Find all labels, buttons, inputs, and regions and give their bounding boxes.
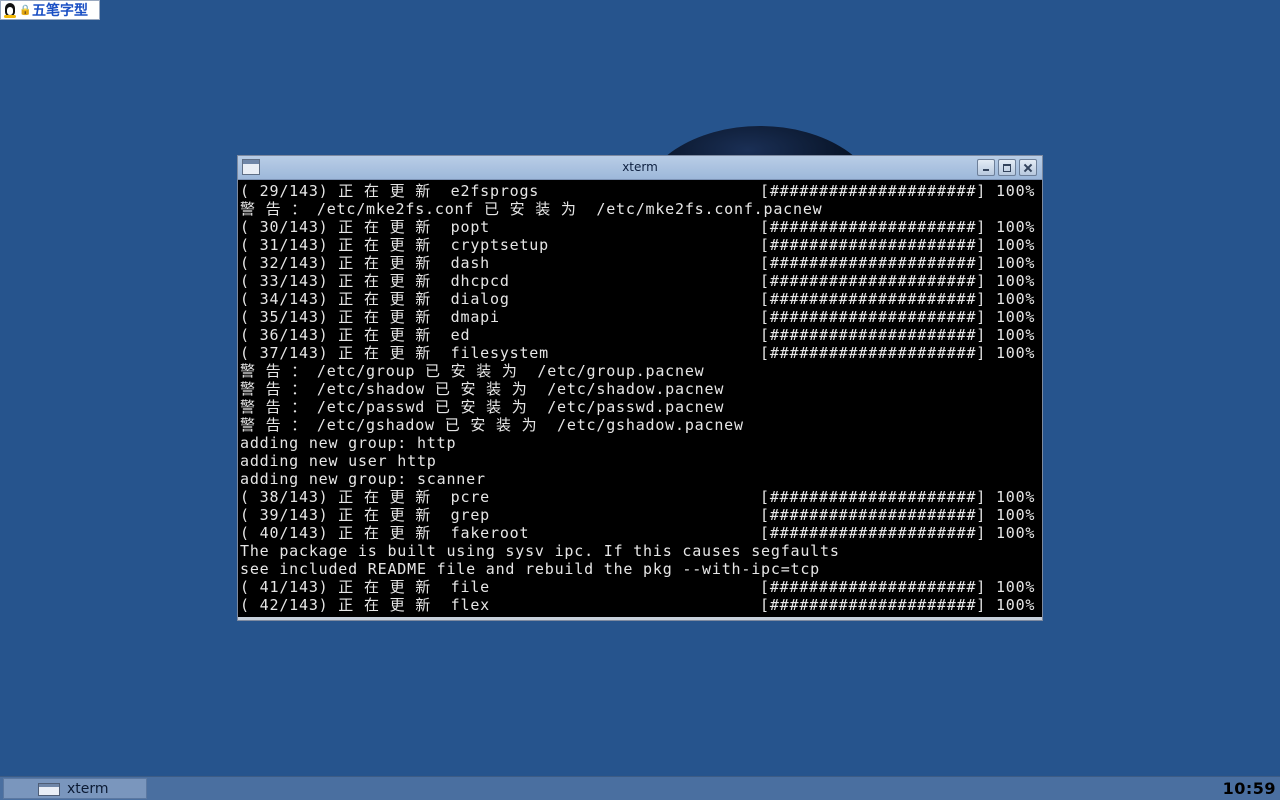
- progress-bar-text: [#####################] 100%: [760, 326, 1036, 344]
- taskbar: xterm 10:59: [0, 776, 1280, 800]
- terminal-line: ( 30/143) 正 在 更 新 popt [#################…: [240, 218, 1042, 236]
- terminal-line: ( 35/143) 正 在 更 新 dmapi [################…: [240, 308, 1042, 326]
- progress-bar-text: [#####################] 100%: [760, 236, 1036, 254]
- terminal-line-text: ( 35/143) 正 在 更 新 dmapi: [240, 308, 500, 326]
- terminal-line-text: ( 41/143) 正 在 更 新 file: [240, 578, 490, 596]
- clock[interactable]: 10:59: [1223, 779, 1276, 798]
- progress-bar-text: [#####################] 100%: [760, 488, 1036, 506]
- terminal-line: adding new group: scanner: [240, 470, 1042, 488]
- progress-bar-text: [#####################] 100%: [760, 506, 1036, 524]
- terminal-line-text: 警 告 ： /etc/mke2fs.conf 已 安 装 为 /etc/mke2…: [240, 200, 823, 218]
- xterm-window[interactable]: xterm ( 29/143) 正 在 更 新 e2fsprogs [######…: [237, 155, 1043, 621]
- terminal-line-text: 警 告 ： /etc/shadow 已 安 装 为 /etc/shadow.pa…: [240, 380, 725, 398]
- terminal-line-text: ( 37/143) 正 在 更 新 filesystem: [240, 344, 549, 362]
- terminal-line: ( 31/143) 正 在 更 新 cryptsetup [###########…: [240, 236, 1042, 254]
- input-method-name: 五笔字型: [32, 3, 88, 19]
- terminal-line-text: ( 40/143) 正 在 更 新 fakeroot: [240, 524, 530, 542]
- desktop[interactable]: 🔒 五笔字型 xterm ( 29/143) 正 在 更 新 e2fsprogs…: [0, 0, 1280, 800]
- terminal-line: The package is built using sysv ipc. If …: [240, 542, 1042, 560]
- terminal-line-text: ( 31/143) 正 在 更 新 cryptsetup: [240, 236, 549, 254]
- terminal-line-text: The package is built using sysv ipc. If …: [240, 542, 840, 560]
- terminal-line-text: ( 38/143) 正 在 更 新 pcre: [240, 488, 490, 506]
- terminal-line-text: ( 34/143) 正 在 更 新 dialog: [240, 290, 510, 308]
- progress-bar-text: [#####################] 100%: [760, 272, 1036, 290]
- terminal-line-text: ( 39/143) 正 在 更 新 grep: [240, 506, 490, 524]
- terminal-line: 警 告 ： /etc/shadow 已 安 装 为 /etc/shadow.pa…: [240, 380, 1042, 398]
- progress-bar-text: [#####################] 100%: [760, 344, 1036, 362]
- terminal-line: ( 29/143) 正 在 更 新 e2fsprogs [############…: [240, 182, 1042, 200]
- terminal-line: 警 告 ： /etc/gshadow 已 安 装 为 /etc/gshadow.…: [240, 416, 1042, 434]
- terminal-line: ( 37/143) 正 在 更 新 filesystem [###########…: [240, 344, 1042, 362]
- terminal-line-text: ( 30/143) 正 在 更 新 popt: [240, 218, 490, 236]
- terminal-line-text: adding new user http: [240, 452, 437, 470]
- terminal-line: ( 39/143) 正 在 更 新 grep [#################…: [240, 506, 1042, 524]
- progress-bar-text: [#####################] 100%: [760, 290, 1036, 308]
- terminal-line-text: ( 33/143) 正 在 更 新 dhcpcd: [240, 272, 510, 290]
- terminal-line-text: 警 告 ： /etc/group 已 安 装 为 /etc/group.pacn…: [240, 362, 705, 380]
- minimize-button[interactable]: [977, 159, 995, 176]
- window-title: xterm: [622, 160, 658, 174]
- terminal-line: ( 38/143) 正 在 更 新 pcre [#################…: [240, 488, 1042, 506]
- terminal-line: ( 32/143) 正 在 更 新 dash [#################…: [240, 254, 1042, 272]
- terminal-line-text: ( 29/143) 正 在 更 新 e2fsprogs: [240, 182, 540, 200]
- taskbar-item-xterm[interactable]: xterm: [3, 778, 147, 799]
- maximize-button[interactable]: [998, 159, 1016, 176]
- terminal-line: ( 41/143) 正 在 更 新 file [#################…: [240, 578, 1042, 596]
- terminal-line: 警 告 ： /etc/mke2fs.conf 已 安 装 为 /etc/mke2…: [240, 200, 1042, 218]
- terminal-line-text: see included README file and rebuild the…: [240, 560, 821, 578]
- window-bottom-border: [238, 617, 1042, 620]
- window-titlebar[interactable]: xterm: [238, 156, 1042, 180]
- terminal-line-text: ( 36/143) 正 在 更 新 ed: [240, 326, 471, 344]
- taskbar-item-label: xterm: [67, 781, 109, 797]
- progress-bar-text: [#####################] 100%: [760, 182, 1036, 200]
- terminal-line-text: ( 32/143) 正 在 更 新 dash: [240, 254, 490, 272]
- terminal-line-text: 警 告 ： /etc/gshadow 已 安 装 为 /etc/gshadow.…: [240, 416, 744, 434]
- progress-bar-text: [#####################] 100%: [760, 308, 1036, 326]
- progress-bar-text: [#####################] 100%: [760, 254, 1036, 272]
- progress-bar-text: [#####################] 100%: [760, 596, 1036, 614]
- window-icon: [38, 783, 60, 796]
- terminal-line-text: ( 42/143) 正 在 更 新 flex: [240, 596, 490, 614]
- terminal-line-text: adding new group: http: [240, 434, 457, 452]
- terminal-line: ( 40/143) 正 在 更 新 fakeroot [#############…: [240, 524, 1042, 542]
- terminal-output[interactable]: ( 29/143) 正 在 更 新 e2fsprogs [############…: [240, 182, 1042, 618]
- terminal-line-text: 警 告 ： /etc/passwd 已 安 装 为 /etc/passwd.pa…: [240, 398, 725, 416]
- terminal-line: ( 36/143) 正 在 更 新 ed [###################…: [240, 326, 1042, 344]
- terminal-line-text: adding new group: scanner: [240, 470, 486, 488]
- terminal-line: 警 告 ： /etc/passwd 已 安 装 为 /etc/passwd.pa…: [240, 398, 1042, 416]
- progress-bar-text: [#####################] 100%: [760, 578, 1036, 596]
- terminal-line: ( 42/143) 正 在 更 新 flex [#################…: [240, 596, 1042, 614]
- terminal-line: ( 33/143) 正 在 更 新 dhcpcd [###############…: [240, 272, 1042, 290]
- terminal-line: see included README file and rebuild the…: [240, 560, 1042, 578]
- terminal-line: adding new user http: [240, 452, 1042, 470]
- progress-bar-text: [#####################] 100%: [760, 218, 1036, 236]
- terminal-line: ( 34/143) 正 在 更 新 dialog [###############…: [240, 290, 1042, 308]
- progress-bar-text: [#####################] 100%: [760, 524, 1036, 542]
- tux-penguin-icon: [2, 2, 18, 18]
- input-method-indicator[interactable]: 🔒 五笔字型: [0, 0, 100, 20]
- close-button[interactable]: [1019, 159, 1037, 176]
- terminal-line: 警 告 ： /etc/group 已 安 装 为 /etc/group.pacn…: [240, 362, 1042, 380]
- terminal-line: adding new group: http: [240, 434, 1042, 452]
- lock-icon: 🔒: [19, 4, 32, 16]
